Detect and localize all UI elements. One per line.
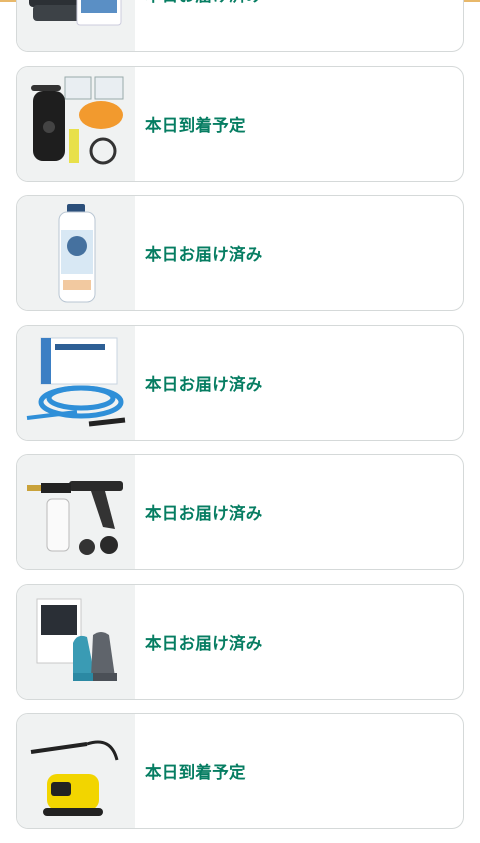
product-thumbnail[interactable] [17,196,135,310]
car-shampoo-bottle-icon [58,204,96,303]
order-card[interactable]: 本日お届け済み [16,0,464,52]
order-card[interactable]: 本日お届け済み [16,324,464,441]
delivery-status: 本日お届け済み [135,0,263,51]
delivery-status: 本日到着予定 [145,115,246,135]
product-thumbnail[interactable] [17,325,135,440]
order-card[interactable]: 本日お届け済み [16,583,464,700]
foam-spray-gun-icon [27,481,123,555]
product-thumbnail[interactable] [17,584,135,699]
delivery-status: 本日お届け済み [145,245,263,264]
delivery-status: 本日お届け済み [145,504,263,523]
pressure-washer-hose-icon [26,337,126,426]
product-thumbnail[interactable] [17,455,135,569]
order-card[interactable]: 本日到着予定 [16,713,464,829]
pressure-washer-icon [30,740,119,816]
order-card[interactable]: 本日お届け済み [16,195,464,311]
product-thumbnail[interactable] [17,66,135,181]
delivery-status: 本日到着予定 [145,763,246,782]
water-filter-kit-icon [31,76,124,164]
microfiber-towel-icon [29,0,122,26]
order-list: 本日お届け済み 本日到着予定 [16,0,464,843]
delivery-status: 本日お届け済み [145,374,263,394]
product-thumbnail[interactable] [17,714,135,828]
order-card[interactable]: 本日お届け済み [16,454,464,570]
wash-mitt-icon [36,598,117,681]
order-card[interactable]: 本日到着予定 [16,65,464,182]
product-thumbnail[interactable] [17,0,135,51]
delivery-status: 本日お届け済み [145,633,263,653]
